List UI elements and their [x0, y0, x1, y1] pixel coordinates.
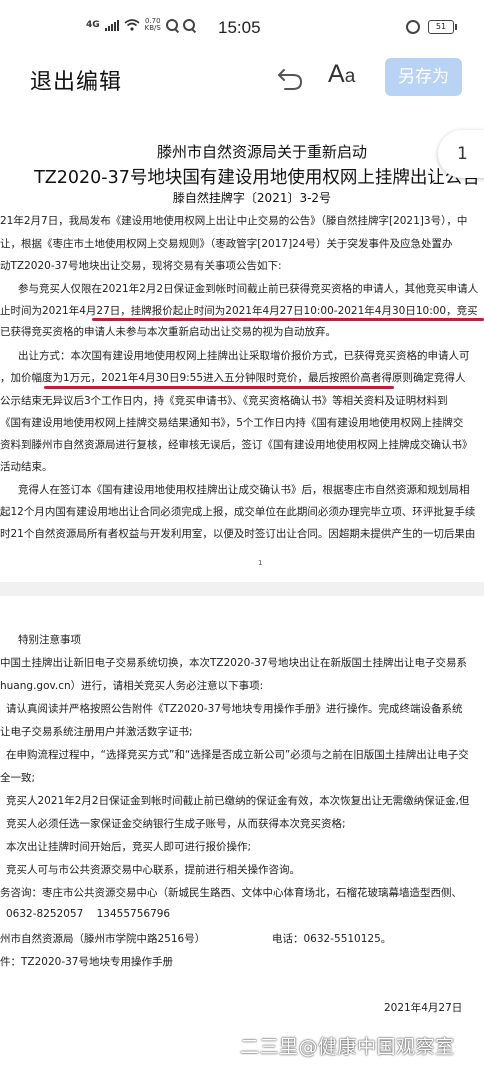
- font-label-big: A: [328, 60, 345, 88]
- paragraph-line: 让，根据《枣庄市土地使用权网上交易规则》（枣政管字[2017]24号）关于突发事…: [0, 238, 453, 250]
- app-q-icon: [182, 19, 195, 31]
- paragraph-line: 出让方式：本次国有建设用地使用权网上挂牌出让采取增价报价方式，已获得竞买资格的申…: [18, 350, 470, 362]
- status-right: 51: [406, 20, 457, 34]
- paragraph-line: 起12个月内国有建设用地出让合同必须完成上报，成交单位在此期间必须办理完毕立项、…: [0, 506, 476, 518]
- doc-date: 2021年4月27日: [384, 1002, 463, 1014]
- paragraph-line: 21年2月7日，我局发布《建设用地使用权网上出让中止交易的公告》（滕自然挂牌字[…: [0, 215, 468, 227]
- paragraph-line: 请认真阅读并严格按照公告附件《TZ2020-37号地块专用操作手册》进行操作。完…: [6, 703, 463, 715]
- page-number: 1: [258, 559, 263, 567]
- paragraph-line: 动TZ2020-37号地块出让交易，现将交易有关事项公告如下:: [0, 260, 282, 272]
- speed-unit: KB/S: [144, 24, 161, 32]
- section-heading: 特别注意事项: [18, 634, 81, 646]
- doc-title-line-2: TZ2020-37号地块国有建设用地使用权网上挂牌出让公告: [34, 168, 480, 188]
- paragraph-line: 止时间为2021年4月27日，挂牌报价起止时间为2021年4月27日10:00-…: [0, 305, 478, 317]
- doc-title-line-1: 滕州市自然资源局关于重新启动: [156, 143, 367, 161]
- alarm-icon: [406, 20, 420, 34]
- paragraph-line: 本次出让挂牌时间开始后，竞买人即可进行报价操作;: [6, 841, 252, 853]
- watermark: 二三里@健康中国观察室: [240, 1036, 455, 1058]
- status-left: 4G 0.70 KB/S: [86, 18, 195, 32]
- app-q-icon: [165, 19, 178, 31]
- battery-level: 51: [435, 22, 447, 31]
- paragraph-line: 务咨询：枣庄市公共资源交易中心（新城民生路西、文体中心体育场北，石榴花玻璃幕墙造…: [0, 887, 462, 899]
- paragraph-line: 竞买人可与市公共资源交易中心联系，提前进行相关操作咨询。: [6, 864, 300, 876]
- paragraph-line: 参与竞买人仅限在2021年2月2日保证金到帐时间截止前已获得竞买资格的申请人，其…: [18, 283, 479, 295]
- font-size-button[interactable]: Aa: [328, 60, 355, 89]
- paragraph-line: 时21个自然资源局所有者权益与开发利用室，以便及时签订出让合同。因超期未提供产生…: [0, 528, 476, 540]
- attachment-line: 件：TZ2020-37号地块专用操作手册: [0, 956, 173, 968]
- exit-edit-button[interactable]: 退出编辑: [30, 64, 122, 96]
- network-type: 4G: [86, 20, 100, 30]
- paragraph-line: 已获得竞买资格的申请人未参与本次重新启动出让交易的视为自动放弃。: [0, 326, 336, 338]
- save-as-button[interactable]: 另存为: [385, 58, 462, 96]
- page-indicator[interactable]: 1: [438, 130, 484, 178]
- signal-icon: [104, 19, 119, 31]
- font-label-small: a: [344, 66, 356, 87]
- status-bar: 4G 0.70 KB/S 15:05 51: [0, 0, 484, 56]
- paragraph-line: huang.gov.cn）进行，请相关竞买人务必注意以下事项:: [0, 680, 264, 692]
- paragraph-line: 竞买人必须任选一家保证金交纳银行生成子账号，从而获得本次竞买资格;: [6, 818, 346, 830]
- editor-toolbar: 退出编辑 Aa 另存为: [0, 56, 484, 108]
- paragraph-line: 全一致;: [0, 772, 36, 784]
- battery-icon: 51: [428, 20, 457, 34]
- paragraph-line: ，加价幅度为1万元，2021年4月30日9:55进入五分钟限时竞价，最后按照价高…: [0, 372, 466, 384]
- paragraph-line: 竞买人2021年2月2日保证金到帐时间截止前已缴纳的保证金有效，本次恢复出让无需…: [6, 795, 470, 807]
- paragraph-line: 州市自然资源局（滕州市学院中路2516号）: [0, 933, 206, 945]
- red-underline: [92, 318, 484, 321]
- doc-number: 滕自然挂牌字〔2021〕3-2号: [172, 191, 332, 205]
- document-page-1: 滕州市自然资源局关于重新启动 TZ2020-37号地块国有建设用地使用权网上挂牌…: [0, 112, 484, 582]
- undo-icon[interactable]: [275, 62, 305, 92]
- paragraph-line: 电话：0632-5510125。: [272, 933, 392, 945]
- paragraph-line: 《国有建设用地使用权网上挂牌交易结果通知书》，5个工作日内持《国有建设用地使用权…: [0, 417, 464, 429]
- paragraph-line: 让电子交易系统注册用户并激活数字证书;: [0, 726, 193, 738]
- phone-line: 0632-8252057 13455756796: [6, 908, 171, 920]
- paragraph-line: 竞得人在签订本《国有建设用地使用权挂牌出让成交确认书》后，根据枣庄市自然资源和规…: [18, 484, 470, 496]
- document-view[interactable]: 滕州市自然资源局关于重新启动 TZ2020-37号地块国有建设用地使用权网上挂牌…: [0, 112, 484, 1065]
- network-speed: 0.70 KB/S: [145, 18, 161, 32]
- paragraph-line: 中国土挂牌出让新旧电子交易系统切换，本次TZ2020-37号地块出让在新版国土挂…: [0, 657, 467, 669]
- paragraph-line: 在申购流程过程中，“选择竞买方式”和“选择是否成立新公司”必须与之前在旧版国土挂…: [6, 749, 469, 761]
- paragraph-line: 活动结束。: [0, 461, 53, 473]
- paragraph-line: 资料到滕州市自然资源局进行复核，经审核无误后，签订《国有建设用地使用权网上挂牌成…: [0, 439, 473, 451]
- red-underline: [44, 386, 394, 389]
- paragraph-line: 公示结束无异议后3个工作日内，持《竞买申请书》、《竞买资格确认书》等相关资料及证…: [0, 395, 448, 407]
- wifi-icon: [124, 19, 140, 31]
- document-page-2: 特别注意事项 中国土挂牌出让新旧电子交易系统切换，本次TZ2020-37号地块出…: [0, 596, 484, 1065]
- clock: 15:05: [218, 18, 261, 37]
